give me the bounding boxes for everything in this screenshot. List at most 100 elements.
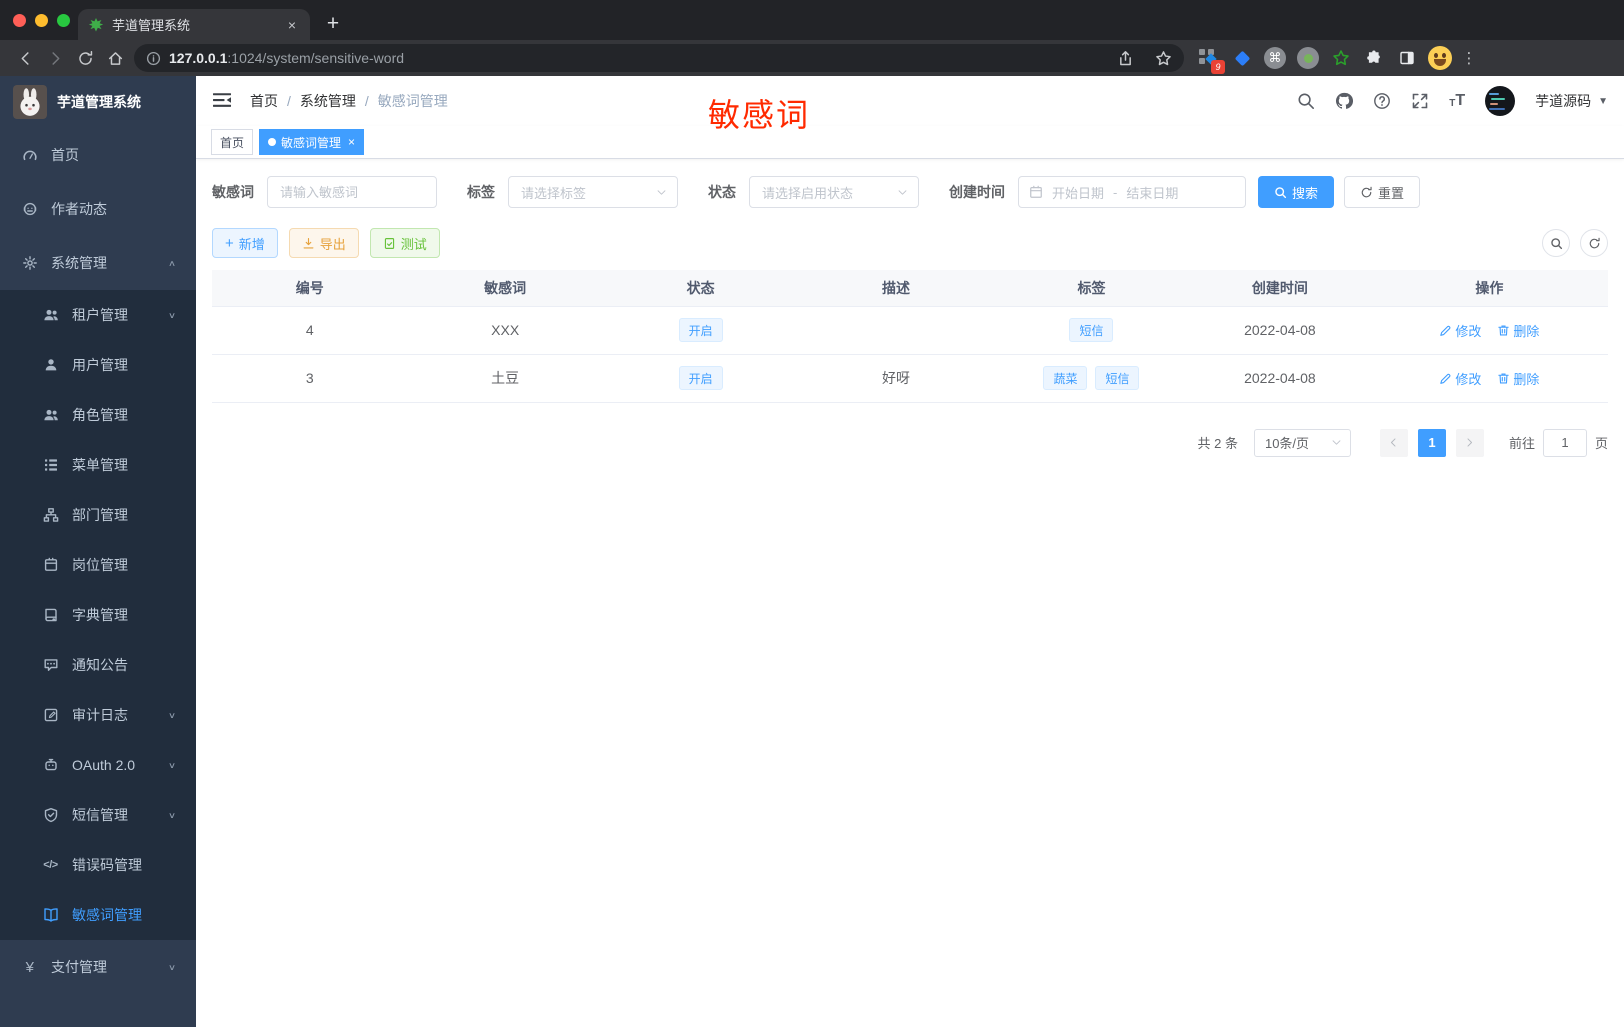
date-separator: -	[1113, 184, 1118, 200]
cell-status: 开启	[602, 306, 799, 355]
extension-recorder-icon[interactable]	[1295, 45, 1321, 71]
home-icon[interactable]	[100, 43, 130, 73]
tab-close-icon[interactable]: ×	[348, 135, 355, 149]
sidebar-item-字典管理[interactable]: 字典管理	[0, 590, 196, 640]
side-panel-icon[interactable]	[1394, 45, 1420, 71]
breadcrumb-item[interactable]: 首页	[250, 91, 278, 111]
breadcrumb: 首页 / 系统管理 / 敏感词管理	[250, 91, 448, 111]
sidebar-item-通知公告[interactable]: 通知公告	[0, 640, 196, 690]
next-page-button[interactable]	[1455, 428, 1484, 457]
cell-word: 土豆	[407, 354, 603, 403]
fullscreen-icon[interactable]	[1411, 92, 1429, 110]
extensions-puzzle-icon[interactable]	[1361, 45, 1387, 71]
forward-icon[interactable]	[40, 43, 70, 73]
sidebar-item-OAuth 2.0[interactable]: OAuth 2.0 ∨	[0, 740, 196, 790]
reset-button[interactable]: 重置	[1344, 176, 1421, 208]
page-size-select[interactable]: 10条/页	[1253, 428, 1351, 457]
sidebar-item-label: 作者动态	[51, 201, 107, 217]
sidebar-item-用户管理[interactable]: 用户管理	[0, 340, 196, 390]
delete-link[interactable]: 删除	[1497, 321, 1539, 340]
chevron-down-icon: ∨	[167, 810, 176, 820]
close-window-button[interactable]	[13, 14, 26, 27]
keyword-input[interactable]	[267, 176, 437, 208]
sidebar-item-作者动态[interactable]: 作者动态	[0, 182, 196, 236]
date-label: 创建时间	[949, 184, 1005, 200]
chevron-down-icon	[656, 187, 667, 198]
edit-link[interactable]: 修改	[1439, 321, 1481, 340]
search-button[interactable]: 搜索	[1258, 176, 1335, 208]
shield-check-icon	[42, 807, 59, 824]
sidebar-item-角色管理[interactable]: 角色管理	[0, 390, 196, 440]
pencil-icon	[1439, 372, 1452, 385]
user-avatar[interactable]	[1485, 86, 1516, 116]
sidebar-logo-row[interactable]: 芋道管理系统	[0, 76, 196, 128]
data-table: 编号 敏感词 状态 描述 标签 创建时间 操作 4 XXX 开启 短信 2022-04-08 修改 删除…	[212, 270, 1608, 403]
tab-label: 首页	[220, 135, 245, 150]
github-icon[interactable]	[1335, 92, 1354, 110]
sidebar-item-首页[interactable]: 首页	[0, 128, 196, 182]
goto-page-input[interactable]	[1542, 428, 1587, 457]
maximize-window-button[interactable]	[57, 14, 70, 27]
refresh-icon	[1360, 186, 1378, 199]
status-select[interactable]: 请选择启用状态	[749, 176, 919, 208]
address-bar[interactable]: 127.0.0.1:1024/system/sensitive-word	[134, 44, 1184, 72]
extension-grid-icon[interactable]: 9	[1196, 45, 1225, 74]
delete-link[interactable]: 删除	[1497, 369, 1539, 388]
refresh-icon	[1588, 237, 1601, 250]
sidebar-item-label: 支付管理	[51, 959, 107, 975]
cell-id: 3	[212, 354, 408, 403]
sidebar-item-部门管理[interactable]: 部门管理	[0, 490, 196, 540]
tag-chip: 蔬菜	[1043, 366, 1088, 390]
log-edit-icon	[42, 707, 59, 724]
tag-select[interactable]: 请选择标签	[508, 176, 678, 208]
add-button[interactable]: + 新增	[212, 228, 278, 258]
site-info-icon[interactable]	[146, 51, 161, 66]
tags-view-bar: 首页 敏感词管理 ×	[196, 126, 1624, 159]
extension-command-icon[interactable]: ⌘	[1262, 45, 1288, 71]
sidebar-item-短信管理[interactable]: 短信管理 ∨	[0, 790, 196, 840]
user-menu[interactable]: 芋道源码 ▼	[1535, 91, 1608, 111]
tab-close-icon[interactable]: ×	[284, 17, 300, 33]
search-icon[interactable]	[1297, 92, 1315, 110]
minimize-window-button[interactable]	[35, 14, 48, 27]
sidebar-item-菜单管理[interactable]: 菜单管理	[0, 440, 196, 490]
column-header-标签: 标签	[993, 270, 1190, 307]
badge-icon	[42, 557, 59, 574]
prev-page-button[interactable]	[1379, 428, 1408, 457]
sidebar-item-label: 角色管理	[72, 407, 128, 423]
reload-icon[interactable]	[70, 43, 100, 73]
refresh-table-button[interactable]	[1580, 229, 1608, 257]
breadcrumb-item[interactable]: 系统管理	[300, 91, 356, 111]
toggle-search-button[interactable]	[1542, 229, 1570, 257]
share-icon[interactable]	[1110, 43, 1140, 73]
export-button[interactable]: 导出	[288, 228, 359, 258]
new-tab-button[interactable]: +	[318, 9, 348, 39]
sidebar-item-敏感词管理[interactable]: 敏感词管理	[0, 890, 196, 940]
help-icon[interactable]	[1373, 92, 1391, 110]
current-page-button[interactable]: 1	[1417, 428, 1446, 457]
font-size-icon[interactable]: TT	[1449, 93, 1465, 109]
bookmark-star-icon[interactable]	[1148, 43, 1178, 73]
sidebar-item-支付管理[interactable]: ¥ 支付管理 ∨	[0, 940, 196, 994]
total-count: 共 2 条	[1197, 436, 1238, 451]
browser-tab[interactable]: 芋道管理系统 ×	[78, 9, 310, 40]
yen-icon: ¥	[25, 958, 34, 976]
back-icon[interactable]	[10, 43, 40, 73]
sidebar-item-租户管理[interactable]: 租户管理 ∨	[0, 290, 196, 340]
sidebar-item-岗位管理[interactable]: 岗位管理	[0, 540, 196, 590]
sidebar-item-审计日志[interactable]: 审计日志 ∨	[0, 690, 196, 740]
browser-menu-icon[interactable]: ⋮	[1460, 51, 1478, 66]
tags-view-tab-敏感词管理[interactable]: 敏感词管理 ×	[259, 129, 365, 155]
cell-created-time: 2022-04-08	[1189, 354, 1371, 403]
url-host: 127.0.0.1	[169, 50, 228, 66]
sidebar-item-错误码管理[interactable]: </> 错误码管理	[0, 840, 196, 890]
profile-avatar[interactable]	[1427, 45, 1453, 71]
extension-star-icon[interactable]	[1328, 45, 1354, 71]
sidebar-collapse-icon[interactable]	[212, 90, 234, 112]
sidebar-item-系统管理[interactable]: 系统管理 ∧	[0, 236, 196, 290]
extension-kite-icon[interactable]	[1229, 45, 1255, 71]
edit-link[interactable]: 修改	[1439, 369, 1481, 388]
date-range-picker[interactable]: 开始日期 - 结束日期	[1018, 176, 1246, 208]
test-button[interactable]: 测试	[369, 228, 440, 258]
tags-view-tab-首页[interactable]: 首页	[211, 129, 254, 155]
